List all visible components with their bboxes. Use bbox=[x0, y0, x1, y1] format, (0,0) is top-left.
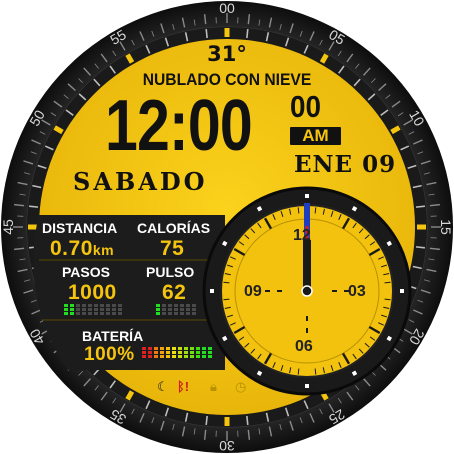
distance-number: 0.70 bbox=[50, 237, 93, 260]
bluetooth-disconnected-icon: ᛒ! bbox=[177, 379, 190, 394]
subdial-numeral-09: 09 bbox=[244, 283, 262, 300]
pulse-value: 62 bbox=[162, 281, 187, 304]
distance-value: 0.70km bbox=[50, 238, 114, 259]
bezel-number: 15 bbox=[438, 219, 454, 235]
analog-subdial bbox=[202, 186, 412, 396]
lock-icon: 🔒︎ bbox=[210, 379, 217, 394]
subdial-numeral-03: 03 bbox=[348, 283, 366, 300]
steps-value: 1000 bbox=[68, 281, 117, 304]
battery-label: BATERÍA bbox=[82, 328, 144, 344]
steps-label: PASOS bbox=[62, 264, 110, 280]
subdial-numeral-06: 06 bbox=[295, 338, 313, 355]
bezel-number: 30 bbox=[219, 438, 235, 454]
bezel-number: 45 bbox=[0, 219, 16, 235]
distance-label: DISTANCIA bbox=[42, 220, 118, 236]
subdial-numeral-12: 12 bbox=[293, 227, 311, 244]
digital-seconds: 00 bbox=[290, 89, 322, 124]
calories-value: 75 bbox=[160, 237, 185, 260]
battery-value: 100% bbox=[84, 344, 135, 365]
bezel-number: 00 bbox=[219, 0, 235, 16]
pulse-label: PULSO bbox=[146, 264, 195, 280]
calories-label: CALORÍAS bbox=[137, 220, 211, 236]
temperature: 31° bbox=[207, 42, 247, 66]
weekday: SABADO bbox=[73, 167, 208, 196]
hand-pivot bbox=[301, 285, 313, 297]
ampm-badge: AM bbox=[290, 127, 341, 145]
pulse-meter bbox=[156, 304, 196, 315]
alarm-icon: ◷ bbox=[235, 379, 247, 394]
digital-time: 12:00 bbox=[105, 86, 253, 166]
month-day: ENE 09 bbox=[294, 151, 397, 178]
hour-hand bbox=[303, 240, 311, 291]
distance-unit: km bbox=[92, 242, 115, 258]
moon-icon: ☾ bbox=[157, 379, 169, 394]
